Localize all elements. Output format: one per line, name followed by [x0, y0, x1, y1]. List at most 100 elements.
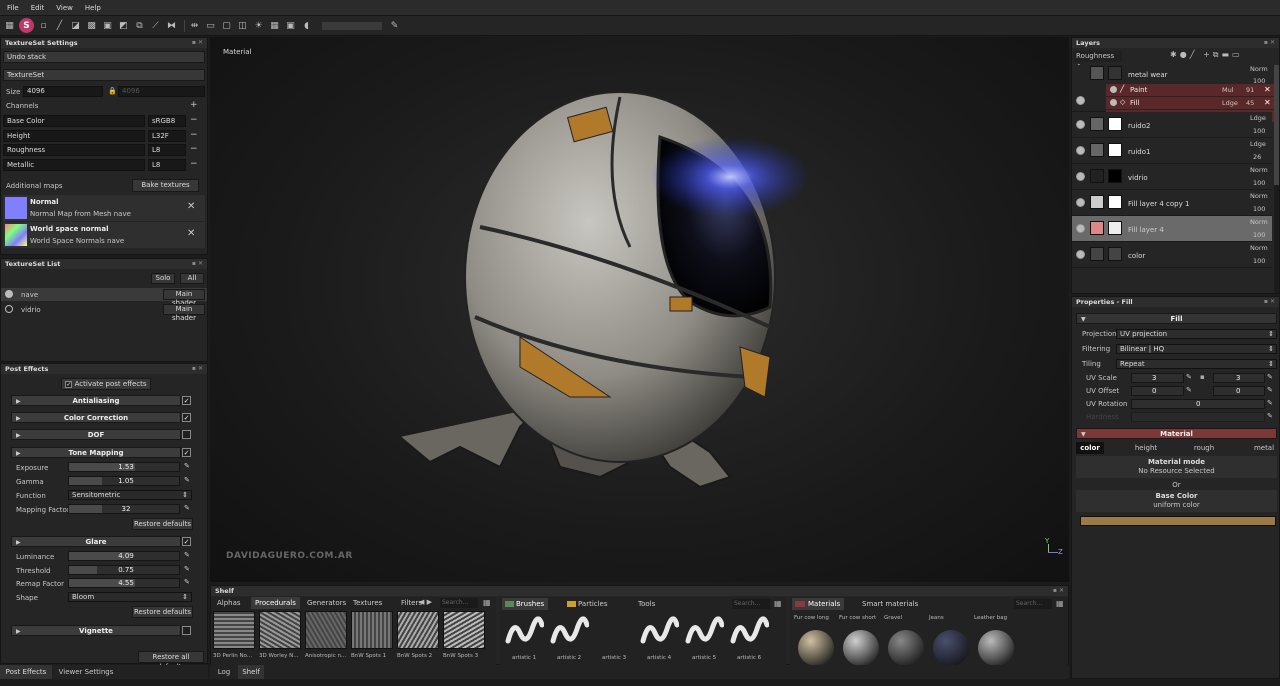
mat-tab-color[interactable]: color [1076, 442, 1104, 454]
activate-post-effects[interactable]: ✓ Activate post effects [61, 378, 151, 390]
material-ball[interactable] [978, 630, 1014, 666]
menu-view[interactable]: View [56, 4, 73, 12]
size-select[interactable]: 4096 [23, 86, 103, 97]
clone-icon[interactable]: ⧉ [133, 19, 146, 32]
tiling-select[interactable]: Repeat ⇕ [1116, 359, 1277, 369]
grid-view-icon[interactable]: ▦ [483, 598, 491, 607]
layer-row[interactable]: Fill layer 4 Norm 100 [1072, 216, 1272, 242]
zoom-slider[interactable] [322, 21, 382, 30]
camera-icon[interactable]: ▭ [204, 19, 217, 32]
section-antialiasing[interactable]: ▶ Antialiasing [11, 395, 181, 406]
channel-format[interactable]: L32F [148, 129, 186, 142]
restore-defaults-button[interactable]: Restore defaults [132, 518, 193, 530]
restore-all-defaults-button[interactable]: Restore all defaults [138, 651, 204, 671]
panel-close-icon[interactable]: ▪ ✕ [192, 259, 203, 269]
map-world-normal[interactable]: World space normal World Space Normals n… [3, 222, 205, 248]
material-ball[interactable] [798, 630, 834, 666]
menu-help[interactable]: Help [85, 4, 101, 12]
paint-brush-icon[interactable]: ╱ [53, 19, 66, 32]
expand-arrow-icon[interactable]: ▶ [16, 448, 21, 459]
remove-effect-icon[interactable]: ✕ [1264, 85, 1271, 94]
tab-scroll-arrows-icon[interactable]: ◀ ▶ [419, 598, 432, 606]
loop-icon[interactable]: ◖ [300, 19, 313, 32]
all-button[interactable]: All [180, 273, 204, 284]
edit-pencil-icon[interactable]: ✎ [388, 19, 401, 32]
edit-pencil-icon[interactable]: ✎ [184, 504, 190, 512]
add-layer-icon[interactable]: + [1203, 50, 1213, 59]
shelf-tab-tools[interactable]: Tools [624, 598, 659, 610]
viewport-3d[interactable]: Material DAVIDAGUERO.COM.AR Y Z [210, 37, 1069, 582]
add-channel-icon[interactable]: + [190, 100, 198, 110]
effect-eye-icon[interactable] [1110, 99, 1117, 106]
lights-icon[interactable]: ☀ [252, 19, 265, 32]
layer-opacity[interactable]: 100 [1253, 231, 1265, 239]
color-swatch[interactable] [1080, 516, 1276, 526]
remove-map-icon[interactable]: ✕ [187, 201, 195, 212]
polygon-fill-icon[interactable]: ▣ [101, 19, 114, 32]
layer-blend[interactable]: Norm [1250, 166, 1268, 174]
base-color-box[interactable]: Base Color uniform color [1076, 490, 1277, 512]
brush-stroke-preview[interactable] [549, 613, 589, 651]
edit-pencil-icon[interactable]: ✎ [1267, 373, 1273, 381]
panel-close-icon[interactable]: ▪ ✕ [1053, 586, 1064, 596]
layer-row[interactable]: ruido1 Ldge 26 [1072, 138, 1272, 164]
map-normal[interactable]: Normal Normal Map from Mesh nave ✕ [3, 195, 205, 221]
channel-name[interactable]: Base Color [3, 115, 145, 127]
remove-channel-icon[interactable]: − [190, 144, 198, 154]
shelf-tab-brushes[interactable]: Brushes [502, 598, 549, 610]
mat-tab-height[interactable]: height [1132, 442, 1160, 454]
edit-pencil-icon[interactable]: ✎ [1186, 373, 1192, 381]
textureset-item[interactable]: nave Main shader [1, 288, 207, 307]
section-tone-mapping[interactable]: ▶ Tone Mapping [11, 447, 181, 458]
tone-mapping-checkbox[interactable]: ✓ [182, 448, 191, 457]
tab-viewer-settings[interactable]: Viewer Settings [54, 665, 118, 679]
grid-view-icon[interactable]: ▦ [774, 599, 782, 608]
edit-pencil-icon[interactable]: ✎ [1267, 386, 1273, 394]
effect-opacity[interactable]: 91 [1246, 86, 1254, 94]
remove-map-icon[interactable]: ✕ [187, 228, 195, 239]
material-section-header[interactable]: ▼ Material [1076, 428, 1277, 439]
expand-arrow-icon[interactable]: ▶ [16, 626, 21, 637]
material-ball[interactable] [933, 630, 969, 666]
channel-name[interactable]: Metallic [3, 158, 145, 171]
radio-icon[interactable] [5, 290, 13, 298]
mask-icon[interactable]: ✱ [1170, 50, 1180, 59]
shader-button[interactable]: Main shader [163, 289, 205, 307]
view-3d-icon[interactable]: ◫ [236, 19, 249, 32]
layer-blend[interactable]: Norm [1250, 65, 1268, 73]
shelf-tab-alphas[interactable]: Alphas [213, 597, 245, 609]
color-correction-checkbox[interactable]: ✓ [182, 413, 191, 422]
channel-format[interactable]: sRGB8 [148, 115, 186, 127]
edit-pencil-icon[interactable]: ✎ [1186, 386, 1192, 394]
edit-pencil-icon[interactable]: ✎ [1267, 412, 1273, 420]
layer-blend[interactable]: Ldge [1250, 114, 1266, 122]
projection-select[interactable]: UV projection ⇕ [1116, 329, 1277, 339]
filtering-select[interactable]: Bilinear | HQ ⇕ [1116, 344, 1277, 354]
shelf-tab-procedurals[interactable]: Procedurals [251, 597, 300, 609]
shelf-tab-particles[interactable]: Particles [564, 598, 612, 610]
brush-stroke-preview[interactable] [639, 613, 679, 651]
section-glare[interactable]: ▶ Glare [11, 536, 181, 547]
section-vignette[interactable]: ▶ Vignette [11, 625, 181, 636]
layer-opacity[interactable]: 100 [1253, 179, 1265, 187]
edit-pencil-icon[interactable]: ✎ [1267, 399, 1273, 407]
procedural-tile[interactable] [213, 611, 255, 649]
shelf-tab-textures[interactable]: Textures [349, 597, 386, 609]
visibility-eye-icon[interactable] [1076, 146, 1085, 155]
visibility-eye-icon[interactable] [1076, 96, 1085, 105]
effect-opacity[interactable]: 45 [1246, 99, 1254, 107]
edit-pencil-icon[interactable]: ✎ [184, 476, 190, 484]
panel-close-icon[interactable]: ▪ ✕ [1264, 38, 1275, 48]
material-ball[interactable] [888, 630, 924, 666]
tab-log[interactable]: Log [214, 665, 234, 679]
smudge-icon[interactable]: ◩ [117, 19, 130, 32]
procedural-tile[interactable] [351, 611, 393, 649]
layer-row[interactable]: metal wear Norm 100 ╱ Paint Mul 91 ✕ ◇ Fill Ldge 45… [1072, 65, 1274, 122]
panel-close-icon[interactable]: ▪ ✕ [192, 364, 203, 374]
bake-textures-button[interactable]: Bake textures [132, 179, 199, 192]
expand-arrow-icon[interactable]: ▶ [16, 396, 21, 407]
brush-stroke-preview[interactable] [594, 613, 634, 651]
channel-format[interactable]: L8 [148, 144, 186, 156]
layer-opacity[interactable]: 100 [1253, 127, 1265, 135]
mat-tab-rough[interactable]: rough [1190, 442, 1218, 454]
